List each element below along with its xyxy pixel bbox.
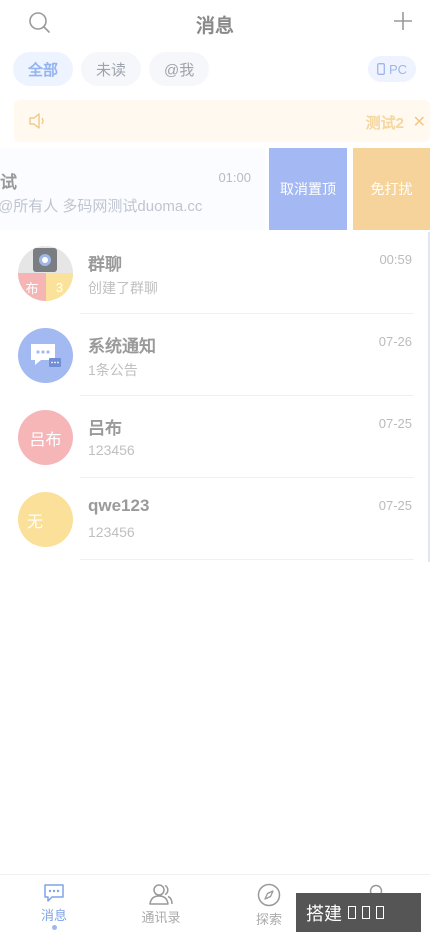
tab-messages[interactable]: 消息 [14, 883, 94, 930]
conversation-time: 07-25 [378, 498, 412, 513]
phone-icon [376, 63, 385, 75]
divider [80, 559, 414, 560]
list-item[interactable]: 无 qwe123 07-25 123456 [0, 478, 430, 560]
tab-all[interactable]: 全部 [13, 52, 74, 86]
mute-button[interactable]: 免打扰 [353, 148, 430, 230]
notice-text: 测试2 [365, 115, 404, 132]
message-icon [44, 884, 64, 902]
conversation-preview: 123456 [88, 524, 135, 540]
conversation-name: 吕布 [88, 419, 122, 438]
compass-icon [257, 883, 281, 907]
conversation-preview: @所有人 多码网测试duoma.cc [0, 198, 203, 215]
avatar: 无 [18, 492, 73, 547]
page-title: 消息 [195, 16, 234, 37]
missing-glyph-box [362, 906, 370, 919]
tab-contacts-label: 通讯录 [141, 910, 181, 925]
conversation-time: 07-25 [378, 416, 412, 431]
avatar [18, 328, 73, 383]
tab-unread[interactable]: 未读 [81, 52, 142, 86]
group-avatar: 布 3 [18, 246, 73, 301]
missing-glyph-box [348, 906, 356, 919]
overlay-text: 搭建 [306, 903, 342, 924]
conversation-name: 系统通知 [88, 337, 156, 356]
active-indicator [51, 925, 57, 930]
list-item[interactable]: 布 3 群聊 00:59 创建了群聊 [0, 232, 430, 314]
conversation-time: 07-26 [378, 334, 412, 349]
conversation-preview: 123456 [88, 442, 135, 458]
swiped-conversation-row[interactable]: 试 01:00 @所有人 多码网测试duoma.cc 取消置顶 免打扰 [0, 148, 430, 230]
pc-status-chip[interactable]: PC [367, 56, 416, 82]
conversation-name: 试 [0, 173, 17, 192]
pc-label: PC [388, 61, 407, 77]
group-photo-icon [33, 248, 57, 272]
tab-contacts[interactable]: 通讯录 [121, 883, 201, 926]
conversation-name: 群聊 [88, 255, 122, 274]
tab-mentions[interactable]: @我 [149, 52, 210, 86]
avatar-cell: 3 [46, 273, 73, 301]
list-item[interactable]: 吕布 吕布 07-25 123456 [0, 396, 430, 478]
tab-explore-label: 探索 [255, 912, 282, 927]
swiped-row-content[interactable]: 试 01:00 @所有人 多码网测试duoma.cc [0, 148, 265, 230]
conversation-preview: 创建了群聊 [88, 280, 158, 296]
speaker-icon [29, 113, 44, 129]
plus-icon[interactable] [392, 10, 414, 32]
avatar-cell: 布 [18, 273, 46, 301]
list-item[interactable]: 系统通知 07-26 1条公告 [0, 314, 430, 396]
missing-glyph-box [376, 906, 384, 919]
contacts-icon [149, 884, 173, 905]
watermark-overlay: 搭建 [296, 893, 421, 932]
chat-bubble-icon [30, 343, 61, 367]
conversation-time: 00:59 [379, 252, 412, 267]
notice-bar[interactable]: 测试2 ✕ [14, 100, 430, 142]
conversation-name: qwe123 [88, 496, 150, 515]
avatar: 吕布 [18, 410, 73, 465]
unpin-button[interactable]: 取消置顶 [269, 148, 347, 230]
conversation-preview: 1条公告 [88, 362, 138, 378]
filter-tabs: 全部 未读 @我 [13, 52, 210, 88]
close-icon[interactable]: ✕ [413, 112, 426, 132]
tab-messages-label: 消息 [40, 908, 67, 923]
header: 消息 [0, 0, 430, 46]
conversation-time: 01:00 [218, 170, 251, 185]
